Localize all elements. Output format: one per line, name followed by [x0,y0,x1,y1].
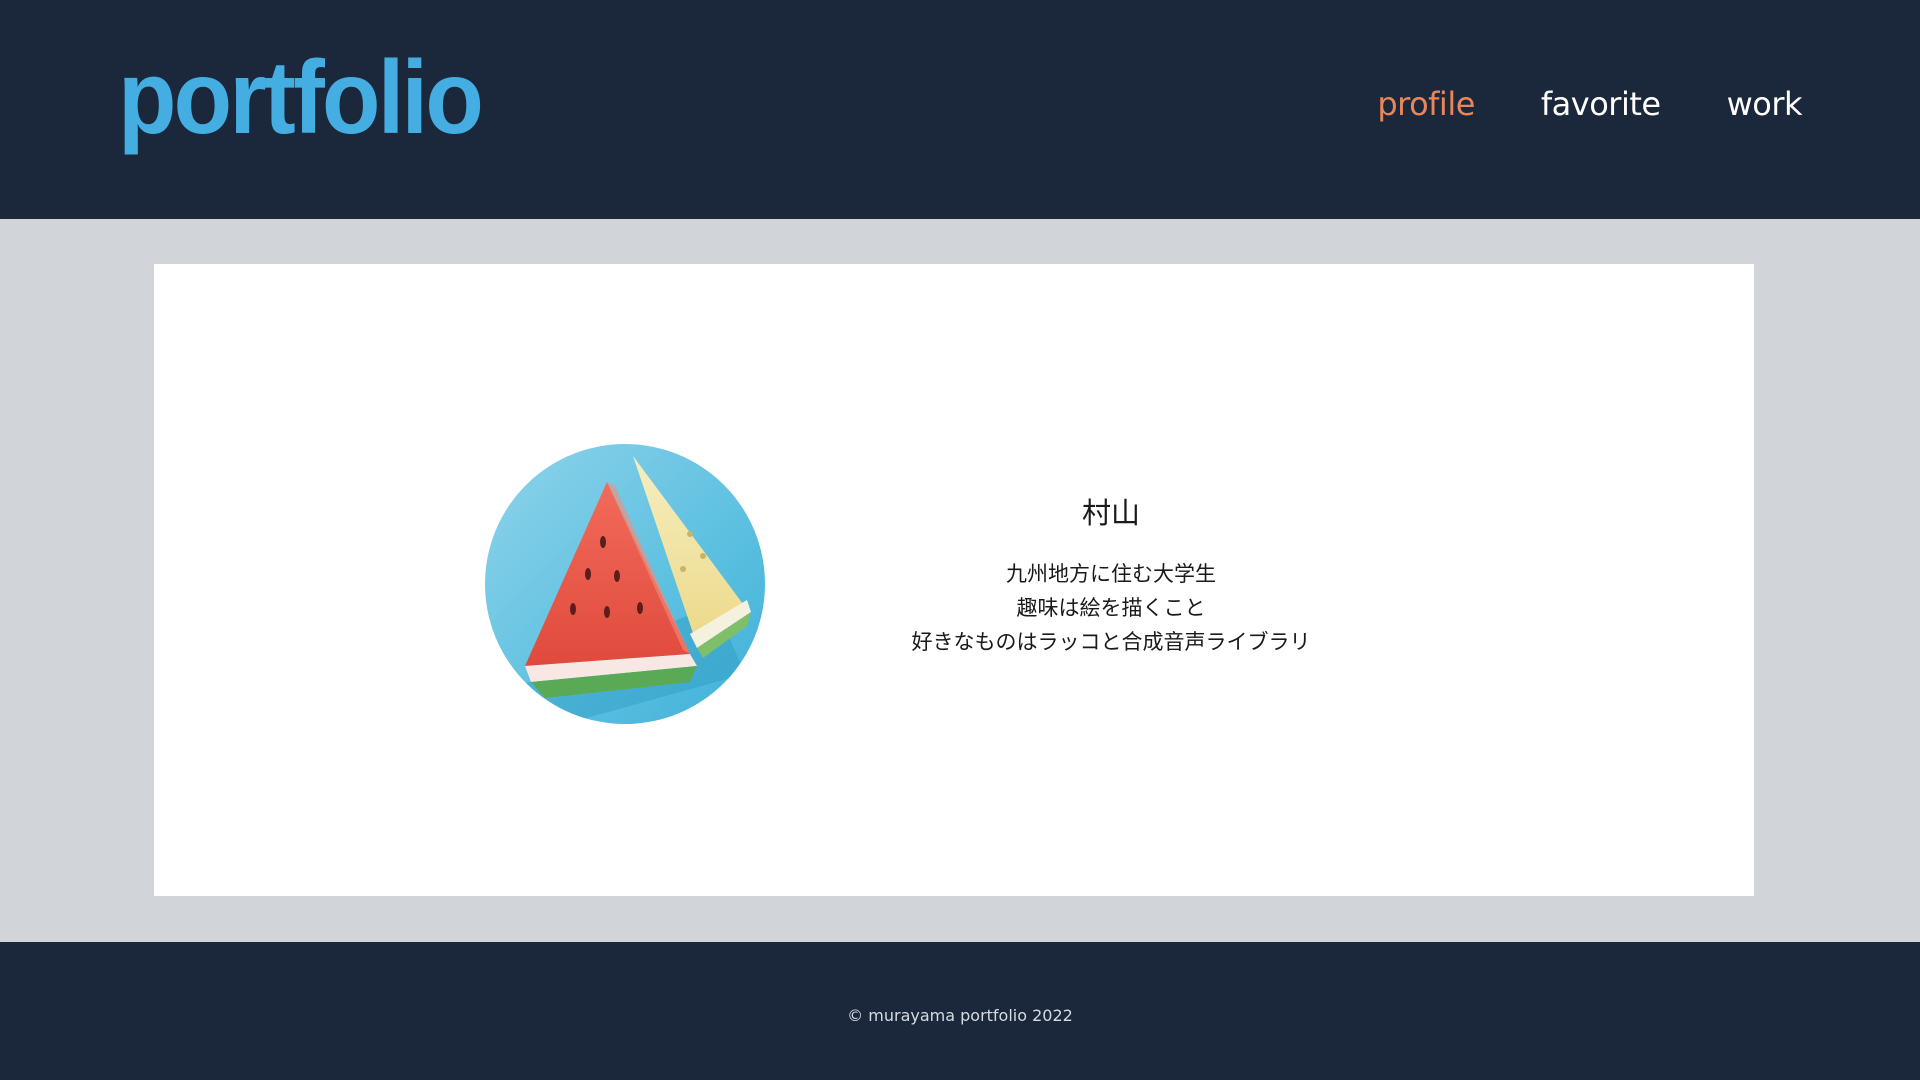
profile-line: 趣味は絵を描くこと [1016,595,1206,620]
avatar [485,444,765,724]
profile-line: 九州地方に住む大学生 [1006,561,1216,586]
main-nav: profile favorite work [1377,88,1802,120]
profile-line: 好きなものはラッコと合成音声ライブラリ [911,629,1311,654]
profile-info: 村山 九州地方に住む大学生 趣味は絵を描くこと 好きなものはラッコと合成音声ライ… [884,496,1338,659]
site-logo[interactable]: portfolio [118,46,484,150]
copyright-text: © murayama portfolio 2022 [847,1006,1073,1025]
profile-card: 村山 九州地方に住む大学生 趣味は絵を描くこと 好きなものはラッコと合成音声ライ… [154,264,1754,896]
profile-name: 村山 [1081,496,1140,530]
profile-description: 九州地方に住む大学生 趣味は絵を描くこと 好きなものはラッコと合成音声ライブラリ [884,557,1338,659]
watermelon-slices-image [485,444,765,724]
nav-item-favorite[interactable]: favorite [1541,88,1661,120]
site-header: portfolio profile favorite work [0,0,1920,219]
nav-item-work[interactable]: work [1727,88,1803,120]
nav-item-profile[interactable]: profile [1377,88,1475,120]
